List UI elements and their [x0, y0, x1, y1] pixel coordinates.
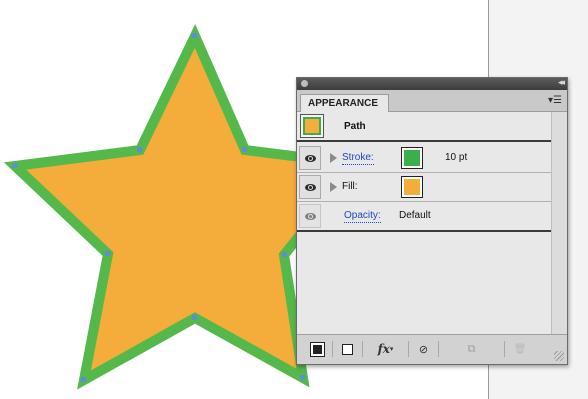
anchor-point[interactable]	[192, 33, 197, 38]
fill-visibility-toggle[interactable]	[299, 175, 321, 199]
panel-collapse-icon[interactable]: ◂◂	[558, 77, 565, 88]
duplicate-icon: ⧉	[467, 342, 476, 355]
clear-appearance-button[interactable]: ⊘	[409, 341, 439, 357]
stroke-disclosure-triangle-icon[interactable]	[330, 153, 337, 163]
anchor-point[interactable]	[192, 315, 197, 320]
empty-square-icon	[342, 343, 353, 355]
anchor-point[interactable]	[137, 147, 142, 152]
path-label: Path	[344, 121, 366, 132]
fill-color-swatch[interactable]	[401, 176, 423, 198]
panel-titlebar[interactable]: ◂◂	[297, 77, 567, 90]
duplicate-item-button[interactable]: ⧉	[439, 341, 505, 357]
anchor-point[interactable]	[242, 147, 247, 152]
path-thumbnail	[300, 114, 324, 138]
anchor-point[interactable]	[282, 252, 287, 257]
panel-bottom-toolbar: fx ▾ ⊘ ⧉ 🗑	[297, 334, 567, 364]
stroke-link[interactable]: Stroke:	[342, 152, 374, 165]
delete-item-button[interactable]: 🗑	[505, 341, 535, 357]
filled-square-icon	[310, 341, 325, 357]
panel-tabstrip: APPEARANCE ▾☰	[297, 90, 567, 112]
panel-scrollbar[interactable]	[551, 112, 567, 334]
stroke-row[interactable]: Stroke: 10 pt	[297, 144, 551, 173]
stroke-visibility-toggle[interactable]	[299, 146, 321, 170]
anchor-point[interactable]	[12, 163, 17, 168]
fill-row[interactable]: Fill:	[297, 173, 551, 202]
tab-appearance[interactable]: APPEARANCE	[300, 94, 390, 112]
fill-label: Fill:	[342, 181, 358, 192]
stroke-weight-value[interactable]: 10 pt	[445, 152, 467, 163]
opacity-row[interactable]: Opacity: Default	[297, 202, 551, 232]
appearance-list: Path Stroke: 10 pt Fill: Opacity: Defaul…	[297, 112, 551, 334]
trash-icon: 🗑	[513, 343, 527, 355]
eye-icon	[304, 183, 316, 191]
clear-icon: ⊘	[418, 343, 429, 356]
resize-grip-icon[interactable]	[554, 351, 564, 361]
opacity-link[interactable]: Opacity:	[344, 210, 381, 223]
panel-close-icon[interactable]	[301, 80, 308, 87]
anchor-point[interactable]	[300, 375, 305, 380]
appearance-panel[interactable]: ◂◂ APPEARANCE ▾☰ Path Stroke: 10 pt Fill…	[296, 77, 568, 365]
fill-disclosure-triangle-icon[interactable]	[330, 182, 337, 192]
anchor-point[interactable]	[105, 251, 110, 256]
panel-menu-icon[interactable]: ▾☰	[548, 95, 562, 106]
eye-icon	[304, 212, 316, 220]
add-new-stroke-button[interactable]	[303, 341, 333, 357]
stroke-color-swatch[interactable]	[401, 147, 423, 169]
add-new-effect-button[interactable]: fx ▾	[363, 341, 409, 357]
add-new-fill-button[interactable]	[333, 341, 363, 357]
eye-icon	[304, 154, 316, 162]
opacity-value: Default	[399, 210, 431, 221]
fx-icon: fx	[377, 342, 390, 356]
opacity-visibility-toggle[interactable]	[299, 204, 321, 228]
path-row[interactable]: Path	[297, 112, 551, 142]
anchor-point[interactable]	[81, 377, 86, 382]
